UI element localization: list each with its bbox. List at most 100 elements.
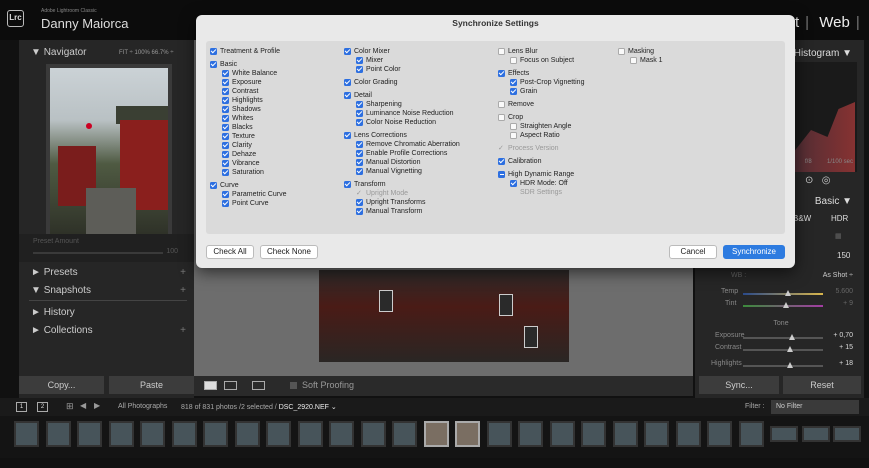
filmstrip-thumbnail[interactable] bbox=[392, 421, 417, 447]
current-filename[interactable]: DSC_2920.NEF ⌄ bbox=[279, 404, 337, 411]
checkbox[interactable] bbox=[344, 181, 351, 188]
filmstrip-thumbnail[interactable] bbox=[423, 421, 449, 447]
copy-button[interactable]: Copy... bbox=[19, 376, 104, 394]
synchronize-button[interactable]: Synchronize bbox=[723, 245, 785, 259]
masking-icon[interactable]: ◎ bbox=[822, 175, 831, 186]
filmstrip-thumbnail[interactable] bbox=[770, 426, 798, 442]
module-print[interactable]: t bbox=[795, 14, 799, 31]
checkbox[interactable] bbox=[222, 79, 229, 86]
soft-proofing-checkbox[interactable] bbox=[290, 382, 297, 389]
checkbox[interactable] bbox=[222, 160, 229, 167]
option-grain[interactable]: Grain bbox=[510, 87, 537, 96]
forward-arrow-icon[interactable]: ▶ bbox=[94, 401, 100, 410]
wb-value[interactable]: As Shot ÷ bbox=[823, 272, 853, 279]
option-exposure[interactable]: Exposure bbox=[222, 78, 262, 87]
checkbox[interactable] bbox=[222, 191, 229, 198]
option-saturation[interactable]: Saturation bbox=[222, 168, 264, 177]
checkbox[interactable] bbox=[356, 208, 363, 215]
window-2-button[interactable]: 2 bbox=[37, 402, 48, 412]
checkbox[interactable] bbox=[356, 141, 363, 148]
checkbox[interactable] bbox=[510, 180, 517, 187]
checkbox[interactable] bbox=[498, 171, 505, 178]
reset-button[interactable]: Reset bbox=[783, 376, 861, 394]
highlights-slider[interactable] bbox=[743, 365, 823, 367]
filmstrip-thumbnail[interactable] bbox=[360, 421, 386, 447]
contrast-slider[interactable] bbox=[743, 349, 823, 351]
option-calibration[interactable]: Calibration bbox=[498, 157, 541, 166]
option-detail[interactable]: Detail bbox=[344, 91, 372, 100]
checkbox[interactable] bbox=[618, 48, 625, 55]
checkbox[interactable] bbox=[222, 88, 229, 95]
checkbox[interactable] bbox=[222, 124, 229, 131]
checkbox[interactable] bbox=[222, 151, 229, 158]
checkbox[interactable] bbox=[222, 97, 229, 104]
history-header[interactable]: ► History bbox=[19, 304, 194, 322]
filmstrip-source[interactable]: All Photographs bbox=[118, 403, 167, 410]
checkbox[interactable] bbox=[210, 61, 217, 68]
option-color-grading[interactable]: Color Grading bbox=[344, 78, 398, 87]
main-photo[interactable] bbox=[319, 270, 569, 362]
option-enable-profile-corrections[interactable]: Enable Profile Corrections bbox=[356, 149, 447, 158]
option-transform[interactable]: Transform bbox=[344, 180, 386, 189]
paste-button[interactable]: Paste bbox=[109, 376, 194, 394]
option-manual-vignetting[interactable]: Manual Vignetting bbox=[356, 167, 422, 176]
filmstrip-thumbnail[interactable] bbox=[801, 426, 830, 442]
check-none-button[interactable]: Check None bbox=[260, 245, 318, 259]
hdr-button[interactable]: HDR bbox=[831, 214, 848, 223]
filmstrip-thumbnail[interactable] bbox=[108, 421, 134, 447]
checkbox[interactable] bbox=[222, 200, 229, 207]
checkbox[interactable] bbox=[510, 79, 517, 86]
filmstrip-thumbnail[interactable] bbox=[297, 421, 323, 447]
option-sharpening[interactable]: Sharpening bbox=[356, 100, 402, 109]
checkbox[interactable] bbox=[498, 70, 505, 77]
exposure-slider[interactable] bbox=[743, 337, 823, 339]
option-focus-on-subject[interactable]: Focus on Subject bbox=[510, 56, 574, 65]
option-luminance-noise-reduction[interactable]: Luminance Noise Reduction bbox=[356, 109, 454, 118]
option-parametric-curve[interactable]: Parametric Curve bbox=[222, 190, 286, 199]
checkbox[interactable] bbox=[356, 66, 363, 73]
option-upright-transforms[interactable]: Upright Transforms bbox=[356, 198, 426, 207]
option-point-color[interactable]: Point Color bbox=[356, 65, 401, 74]
module-web[interactable]: Web bbox=[819, 14, 850, 31]
tint-knob[interactable] bbox=[783, 302, 789, 308]
checkbox[interactable] bbox=[356, 199, 363, 206]
checkbox[interactable] bbox=[210, 182, 217, 189]
checkbox[interactable] bbox=[356, 150, 363, 157]
checkbox[interactable] bbox=[356, 159, 363, 166]
cancel-button[interactable]: Cancel bbox=[669, 245, 717, 259]
checkbox[interactable] bbox=[356, 110, 363, 117]
loupe-view-icon[interactable] bbox=[204, 381, 217, 390]
option-texture[interactable]: Texture bbox=[222, 132, 255, 141]
option-manual-distortion[interactable]: Manual Distortion bbox=[356, 158, 420, 167]
option-basic[interactable]: Basic bbox=[210, 60, 237, 69]
histogram-header[interactable]: Histogram ▼ bbox=[794, 48, 852, 59]
filmstrip-thumbnail[interactable] bbox=[266, 421, 291, 447]
contrast-knob[interactable] bbox=[787, 346, 793, 352]
filmstrip-thumbnail[interactable] bbox=[738, 421, 764, 447]
bw-button[interactable]: B&W bbox=[793, 214, 811, 223]
add-preset-icon[interactable]: + bbox=[180, 264, 186, 282]
option-point-curve[interactable]: Point Curve bbox=[222, 199, 269, 208]
option-whites[interactable]: Whites bbox=[222, 114, 253, 123]
option-curve[interactable]: Curve bbox=[210, 181, 239, 190]
redeye-icon[interactable]: ⊙ bbox=[805, 175, 813, 186]
option-blacks[interactable]: Blacks bbox=[222, 123, 253, 132]
checkbox[interactable] bbox=[356, 101, 363, 108]
compare-view-icon[interactable] bbox=[252, 381, 265, 390]
filmstrip-thumbnail[interactable] bbox=[549, 421, 575, 447]
option-remove-chromatic-aberration[interactable]: Remove Chromatic Aberration bbox=[356, 140, 460, 149]
checkbox[interactable] bbox=[356, 57, 363, 64]
filmstrip-thumbnail[interactable] bbox=[486, 421, 512, 447]
filmstrip-thumbnail[interactable] bbox=[171, 421, 197, 447]
temp-slider[interactable] bbox=[743, 293, 823, 295]
filmstrip-thumbnail[interactable] bbox=[140, 421, 165, 447]
option-aspect-ratio[interactable]: Aspect Ratio bbox=[510, 131, 560, 140]
checkbox[interactable] bbox=[344, 132, 351, 139]
option-highlights[interactable]: Highlights bbox=[222, 96, 263, 105]
option-effects[interactable]: Effects bbox=[498, 69, 529, 78]
checkbox[interactable] bbox=[356, 119, 363, 126]
checkbox[interactable] bbox=[356, 168, 363, 175]
checkbox[interactable] bbox=[222, 169, 229, 176]
checkbox[interactable] bbox=[222, 115, 229, 122]
option-vibrance[interactable]: Vibrance bbox=[222, 159, 260, 168]
